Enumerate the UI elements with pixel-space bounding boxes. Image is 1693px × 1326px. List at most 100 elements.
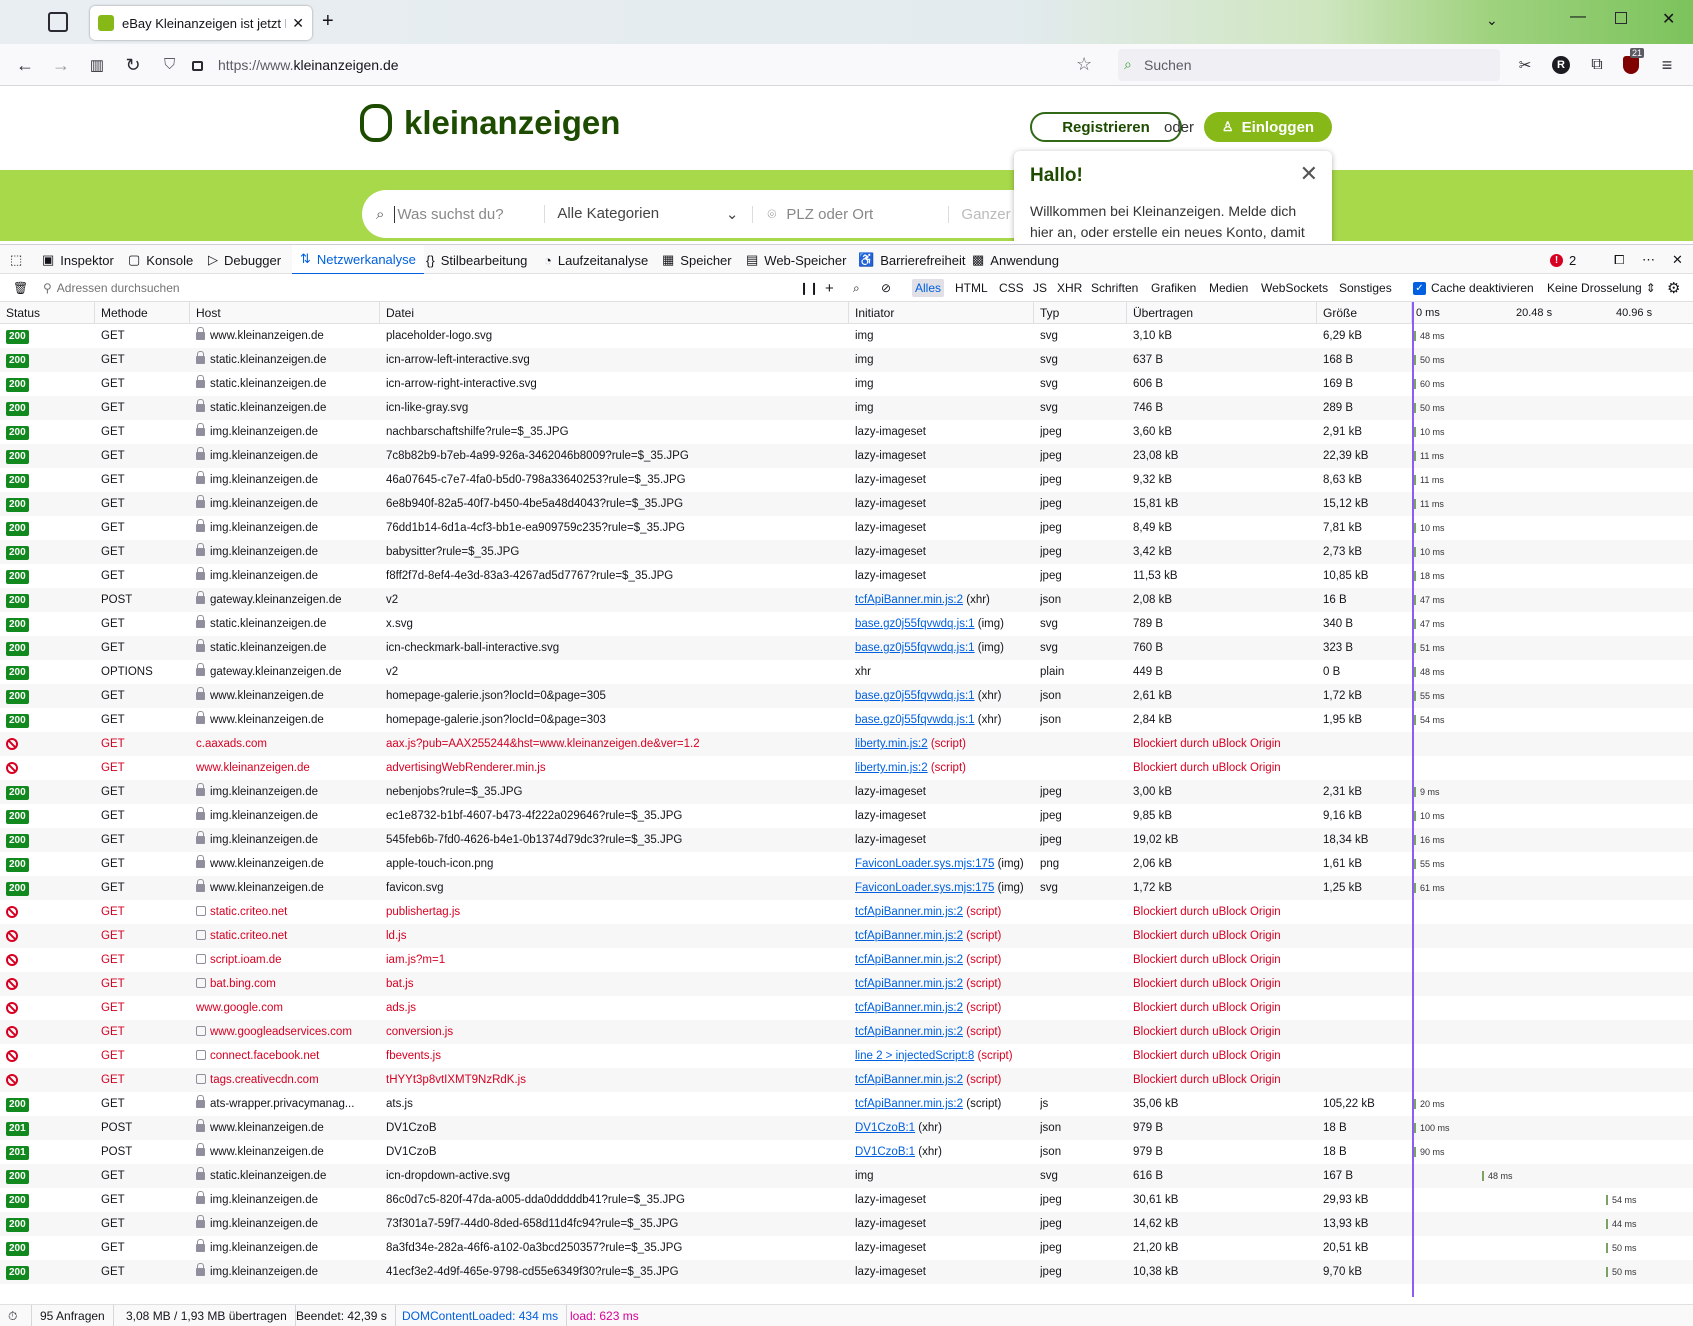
filter-fonts[interactable]: Schriften xyxy=(1088,279,1141,297)
menu-icon[interactable]: ≡ xyxy=(1656,54,1678,76)
category-select[interactable]: Alle Kategorien ⌄ xyxy=(544,205,752,223)
close-window-icon[interactable]: ✕ xyxy=(1662,9,1675,29)
active-tab[interactable]: eBay Kleinanzeigen ist jetzt Klein ✕ xyxy=(90,6,312,40)
initiator-text[interactable]: DV1CzoB:1 xyxy=(855,1122,915,1134)
table-row[interactable]: GET www.googleadservices.com conversion.js… xyxy=(0,1020,1693,1044)
screenshot-icon[interactable]: ✂ xyxy=(1514,54,1536,76)
table-row[interactable]: 200 GET www.kleinanzeigen.de homepage-galer… xyxy=(0,708,1693,732)
initiator-text[interactable]: tcfApiBanner.min.js:2 xyxy=(855,1098,963,1110)
initiator-text[interactable]: tcfApiBanner.min.js:2 xyxy=(855,930,963,942)
table-row[interactable]: 200 GET img.kleinanzeigen.de ec1e8732-b1bf-… xyxy=(0,804,1693,828)
table-row[interactable]: 200 GET static.kleinanzeigen.de x.svg base.g… xyxy=(0,612,1693,636)
table-row[interactable]: 200 GET img.kleinanzeigen.de f8ff2f7d-8ef4-… xyxy=(0,564,1693,588)
back-icon[interactable]: ← xyxy=(14,54,36,76)
initiator-text[interactable]: base.gz0j55fqvwdq.js:1 xyxy=(855,690,975,702)
initiator-text[interactable]: tcfApiBanner.min.js:2 xyxy=(855,1002,963,1014)
filter-images[interactable]: Grafiken xyxy=(1148,279,1199,297)
col-waterfall[interactable]: 0 ms 20.48 s 40.96 s xyxy=(1412,302,1693,324)
initiator-text[interactable]: line 2 > injectedScript:8 xyxy=(855,1050,974,1062)
table-row[interactable]: 200 GET www.kleinanzeigen.de apple-touch-ic… xyxy=(0,852,1693,876)
close-tab-icon[interactable]: ✕ xyxy=(292,15,304,32)
table-row[interactable]: GET bat.bing.com bat.js tcfApiBanner.min.js… xyxy=(0,972,1693,996)
tab-style-editor[interactable]: {} Stilbearbeitung xyxy=(426,245,527,275)
table-row[interactable]: 201 POST www.kleinanzeigen.de DV1CzoB DV1Czo… xyxy=(0,1140,1693,1164)
initiator-text[interactable]: liberty.min.js:2 xyxy=(855,738,928,750)
table-row[interactable]: 200 GET img.kleinanzeigen.de nachbarschafts… xyxy=(0,420,1693,444)
initiator-text[interactable]: liberty.min.js:2 xyxy=(855,762,928,774)
search-bar[interactable]: ⌕ Suchen xyxy=(1118,49,1500,81)
tab-console[interactable]: ▢ Konsole xyxy=(128,245,193,275)
tab-network[interactable]: ⇅ Netzwerkanalyse xyxy=(292,245,424,275)
table-row[interactable]: 200 GET img.kleinanzeigen.de nebenjobs?rule… xyxy=(0,780,1693,804)
ublock-icon[interactable] xyxy=(1623,56,1639,74)
table-row[interactable]: GET connect.facebook.net fbevents.js line 2… xyxy=(0,1044,1693,1068)
stopwatch-icon[interactable]: ⏱ xyxy=(0,1305,32,1326)
location-input[interactable]: ⌾ PLZ oder Ort xyxy=(752,205,948,223)
col-initiator[interactable]: Initiator xyxy=(849,302,1034,324)
filter-html[interactable]: HTML xyxy=(952,279,991,297)
filter-all[interactable]: Alles xyxy=(912,279,945,297)
table-row[interactable]: 200 GET www.kleinanzeigen.de placeholder-lo… xyxy=(0,324,1693,348)
register-button[interactable]: Registrieren xyxy=(1030,112,1182,142)
initiator-text[interactable]: base.gz0j55fqvwdq.js:1 xyxy=(855,714,975,726)
bookmark-star-icon[interactable]: ☆ xyxy=(1076,54,1092,75)
initiator-text[interactable]: FaviconLoader.sys.mjs:175 xyxy=(855,858,994,870)
table-row[interactable]: 200 GET img.kleinanzeigen.de 46a07645-c7e7-… xyxy=(0,468,1693,492)
table-row[interactable]: 200 GET static.kleinanzeigen.de icn-arrow-l… xyxy=(0,348,1693,372)
extensions-icon[interactable]: ⧉ xyxy=(1586,54,1608,76)
tab-accessibility[interactable]: ♿ Barrierefreiheit xyxy=(858,245,965,275)
lock-icon[interactable] xyxy=(192,61,203,71)
settings-gear-icon[interactable]: ⚙ xyxy=(1664,279,1683,297)
col-size[interactable]: Größe xyxy=(1317,302,1412,324)
kleinanzeigen-logo[interactable]: kleinanzeigen xyxy=(360,104,620,142)
reload-icon[interactable]: ↻ xyxy=(122,54,144,76)
col-type[interactable]: Typ xyxy=(1034,302,1127,324)
tab-storage[interactable]: ▤ Web-Speicher xyxy=(746,245,846,275)
tab-application[interactable]: ▩ Anwendung xyxy=(972,245,1059,275)
search-input[interactable]: Was suchst du? xyxy=(394,205,544,223)
table-row[interactable]: 200 GET www.kleinanzeigen.de favicon.svg Fav… xyxy=(0,876,1693,900)
table-row[interactable]: 200 GET img.kleinanzeigen.de 6e8b940f-82a5-… xyxy=(0,492,1693,516)
initiator-text[interactable]: tcfApiBanner.min.js:2 xyxy=(855,978,963,990)
initiator-text[interactable]: tcfApiBanner.min.js:2 xyxy=(855,954,963,966)
disable-cache-checkbox[interactable]: ✓ Cache deaktivieren xyxy=(1410,279,1537,297)
initiator-text[interactable]: FaviconLoader.sys.mjs:175 xyxy=(855,882,994,894)
initiator-text[interactable]: tcfApiBanner.min.js:2 xyxy=(855,594,963,606)
table-row[interactable]: 200 GET www.kleinanzeigen.de homepage-galer… xyxy=(0,684,1693,708)
trash-icon[interactable]: 🗑 xyxy=(10,279,31,297)
block-icon[interactable]: ⊘ xyxy=(878,279,894,297)
table-row[interactable]: 200 GET img.kleinanzeigen.de babysitter?rul… xyxy=(0,540,1693,564)
table-row[interactable]: 200 OPTIONS gateway.kleinanzeigen.de v2 xhr p… xyxy=(0,660,1693,684)
tab-memory[interactable]: ▦ Speicher xyxy=(662,245,732,275)
element-picker-icon[interactable]: ⬚ xyxy=(10,245,22,275)
pause-icon[interactable]: ❙❙ xyxy=(796,279,822,297)
table-row[interactable]: 200 GET static.kleinanzeigen.de icn-checkma… xyxy=(0,636,1693,660)
col-transferred[interactable]: Übertragen xyxy=(1127,302,1317,324)
table-row[interactable]: GET static.criteo.net ld.js tcfApiBanner.mi… xyxy=(0,924,1693,948)
close-devtools-icon[interactable]: ✕ xyxy=(1672,245,1683,275)
col-method[interactable]: Methode xyxy=(95,302,190,324)
table-row[interactable]: GET www.kleinanzeigen.de advertisingWebRen… xyxy=(0,756,1693,780)
table-row[interactable]: 200 GET static.kleinanzeigen.de icn-arrow-r… xyxy=(0,372,1693,396)
table-row[interactable]: 200 GET img.kleinanzeigen.de 545feb6b-7fd0-… xyxy=(0,828,1693,852)
filter-other[interactable]: Sonstiges xyxy=(1336,279,1395,297)
table-row[interactable]: GET tags.creativecdn.com tHYYt3p8vtIXMT9Nz… xyxy=(0,1068,1693,1092)
filter-websockets[interactable]: WebSockets xyxy=(1258,279,1331,297)
profile-avatar[interactable]: R xyxy=(1552,56,1570,74)
tab-performance[interactable]: ◔ Laufzeitanalyse xyxy=(544,245,648,275)
more-options-icon[interactable]: ⋯ xyxy=(1642,245,1655,275)
new-tab-icon[interactable]: + xyxy=(322,10,334,33)
table-row[interactable]: 200 GET img.kleinanzeigen.de 76dd1b14-6d1a-… xyxy=(0,516,1693,540)
initiator-text[interactable]: tcfApiBanner.min.js:2 xyxy=(855,906,963,918)
table-row[interactable]: 200 GET static.kleinanzeigen.de icn-like-gr… xyxy=(0,396,1693,420)
table-row[interactable]: 200 GET img.kleinanzeigen.de 8a3fd34e-282a-… xyxy=(0,1236,1693,1260)
tab-list-icon[interactable] xyxy=(48,12,68,32)
add-icon[interactable]: + xyxy=(822,279,837,297)
table-row[interactable]: GET c.aaxads.com aax.js?pub=AAX255244&hst=… xyxy=(0,732,1693,756)
initiator-text[interactable]: base.gz0j55fqvwdq.js:1 xyxy=(855,642,975,654)
url-bar[interactable]: ⛉ https://www. kleinanzeigen.de ☆ xyxy=(158,49,1104,81)
url-filter-input[interactable]: ⚲ Adressen durchsuchen xyxy=(40,279,780,297)
table-row[interactable]: 200 POST gateway.kleinanzeigen.de v2 tcfApiB… xyxy=(0,588,1693,612)
initiator-text[interactable]: base.gz0j55fqvwdq.js:1 xyxy=(855,618,975,630)
col-host[interactable]: Host xyxy=(190,302,380,324)
